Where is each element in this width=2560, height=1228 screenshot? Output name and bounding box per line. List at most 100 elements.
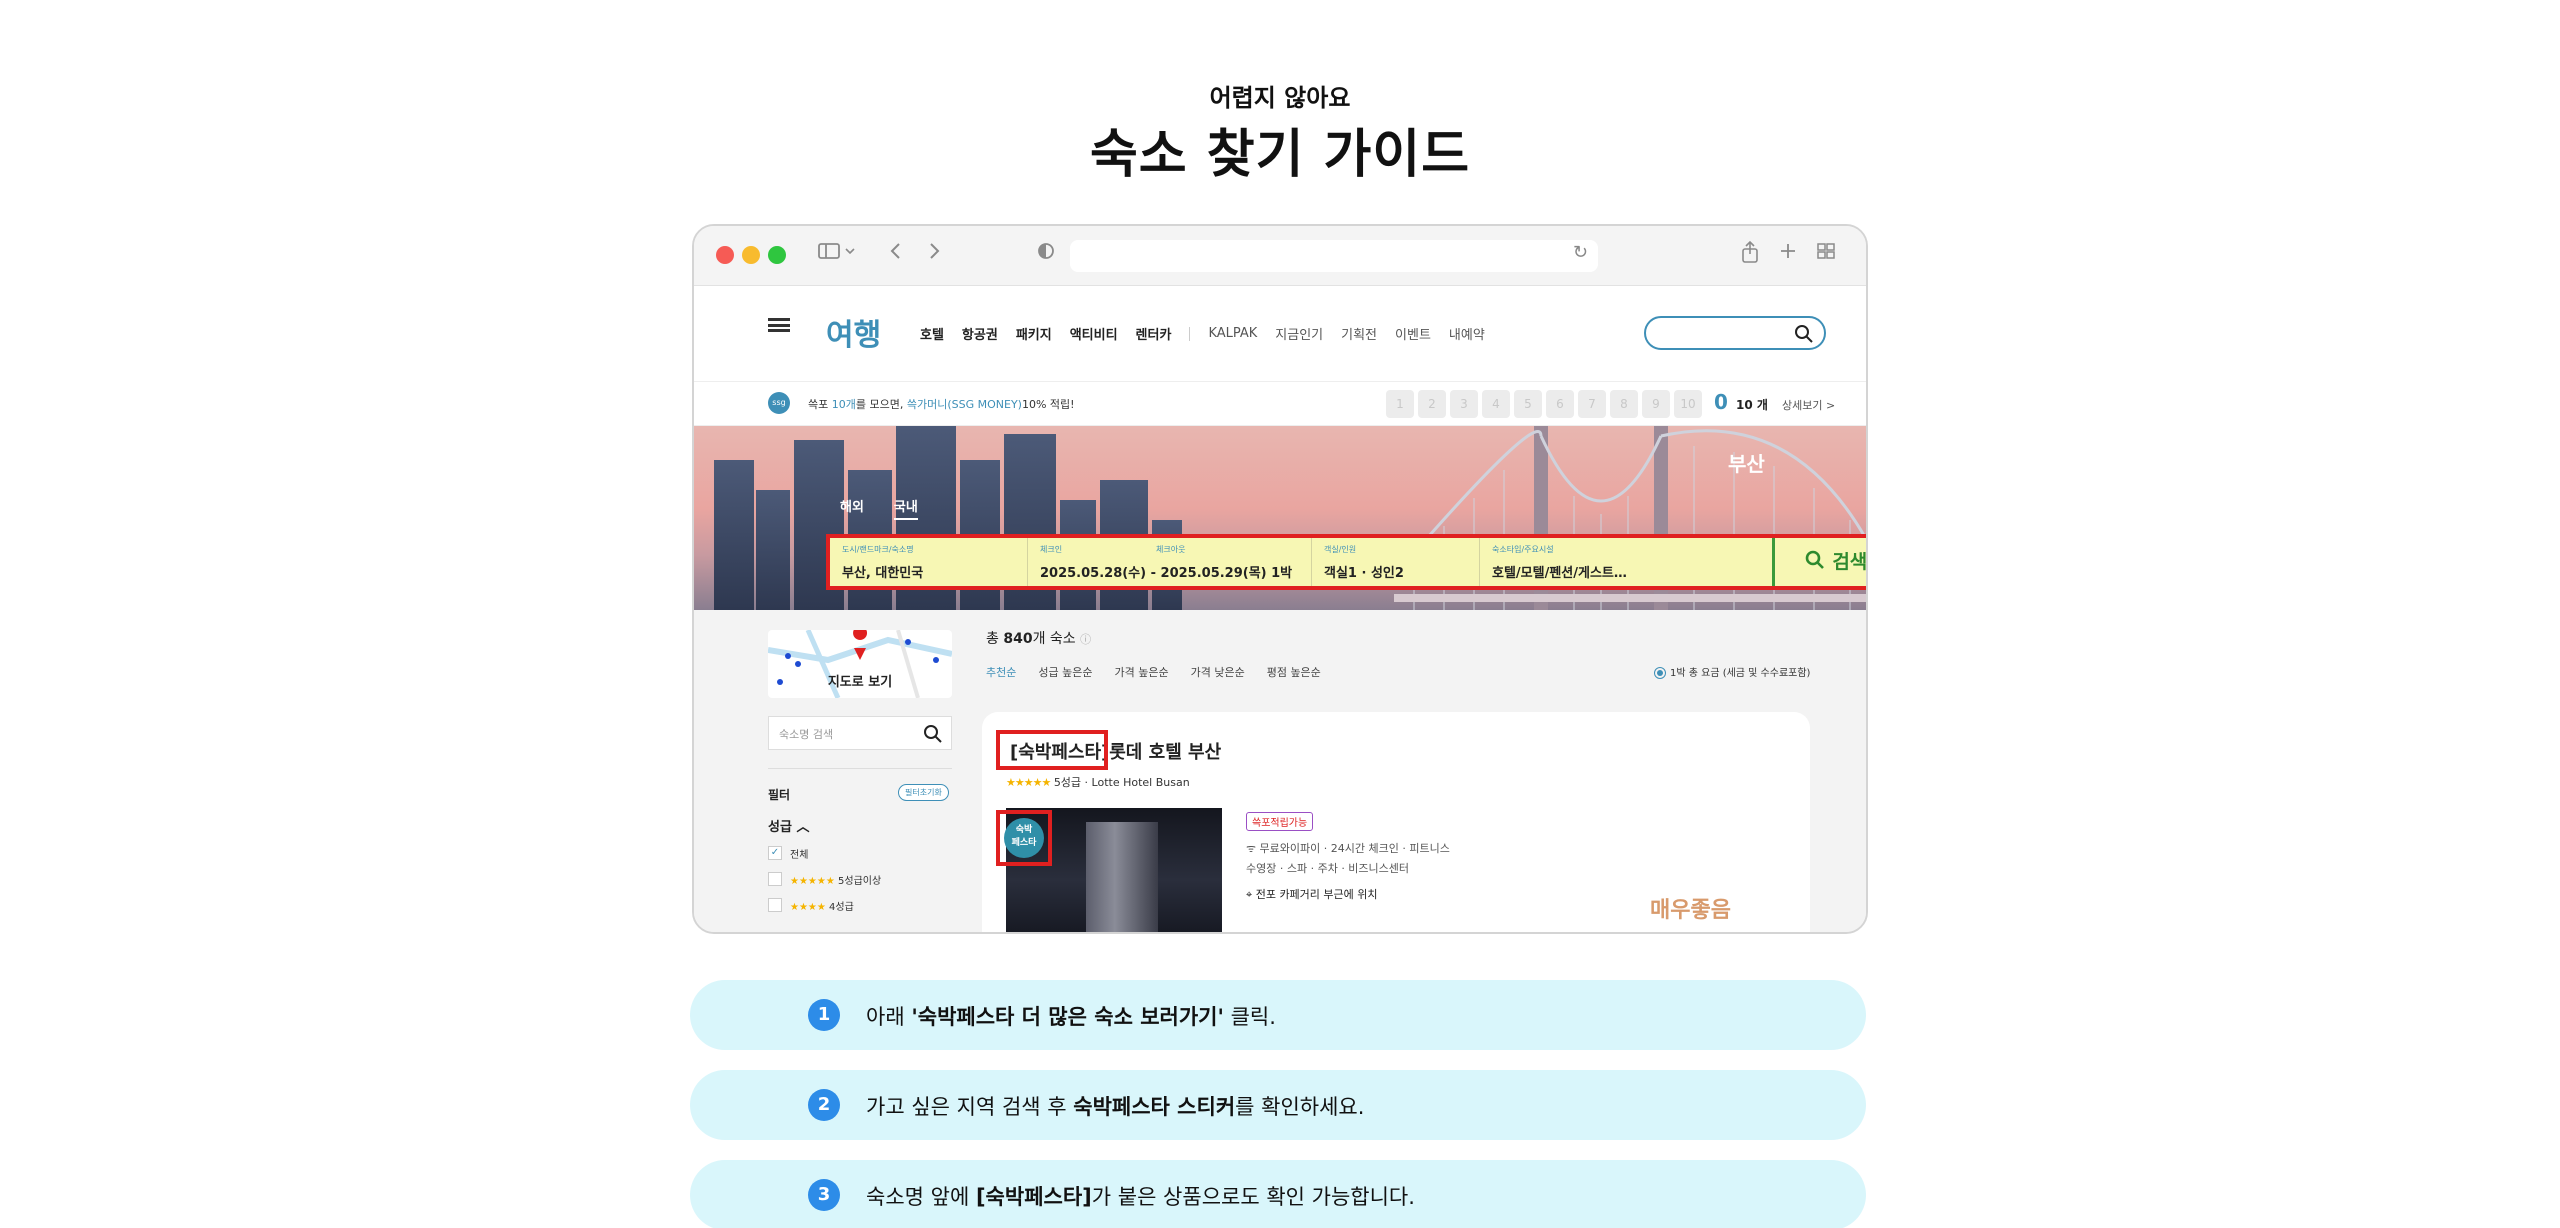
step-text: 가고 싶은 지역 검색 후 숙박페스타 스티커를 확인하세요. (866, 1095, 1365, 1119)
search-icon (1805, 550, 1824, 569)
step-number: 1 (808, 999, 840, 1031)
nav-kalpak[interactable]: KALPAK (1208, 326, 1257, 341)
nav-activity[interactable]: 액티비티 (1070, 324, 1118, 343)
site-nav: 호텔 항공권 패키지 액티비티 렌터카 KALPAK 지금인기 기획전 이벤트 … (920, 324, 1485, 343)
nav-divider (1189, 326, 1191, 341)
date-field[interactable]: 체크인 체크아웃 2025.05.28(수) - 2025.05.29(목) 1… (1028, 538, 1312, 586)
results-area: 지도로 보기 숙소명 검색 필터 필터초기화 성급 ︿ ✓ 전체 ★★★★★ 5… (694, 610, 1866, 932)
close-window-dot[interactable] (716, 246, 734, 264)
sort-recommended[interactable]: 추천순 (986, 664, 1016, 680)
destination-value: 부산, 대한민국 (842, 566, 924, 581)
hotel-grade: ★★★★★ 5성급 · Lotte Hotel Busan (1006, 776, 1190, 789)
step-2: 2 가고 싶은 지역 검색 후 숙박페스타 스티커를 확인하세요. (690, 1070, 1866, 1140)
menu-icon[interactable] (768, 318, 790, 332)
sort-grade-high[interactable]: 성급 높은순 (1038, 664, 1092, 680)
guests-field[interactable]: 객실/인원 객실1 · 성인2 (1312, 538, 1480, 586)
minimize-window-dot[interactable] (742, 246, 760, 264)
point-stamp: 6 (1546, 390, 1574, 418)
nav-special[interactable]: 기획전 (1341, 324, 1377, 343)
amenities-row-2: 수영장 · 스파 · 주차 · 비즈니스센터 (1246, 862, 1410, 875)
highlight-box (996, 730, 1108, 770)
review-score-text: 매우좋음 (1650, 898, 1731, 923)
type-field[interactable]: 숙소타입/주요시설 호텔/모텔/펜션/게스트… (1480, 538, 1656, 586)
guests-label: 객실/인원 (1324, 545, 1357, 554)
forward-icon[interactable] (926, 240, 942, 271)
share-icon[interactable] (1740, 240, 1760, 273)
plus-icon[interactable] (1778, 240, 1798, 271)
point-stamp: 9 (1642, 390, 1670, 418)
point-stamp: 5 (1514, 390, 1542, 418)
shield-icon[interactable] (1036, 240, 1056, 271)
point-tag: 쓱포적립가능 (1246, 812, 1314, 831)
map-view-button[interactable]: 지도로 보기 (768, 630, 952, 698)
type-value: 호텔/모텔/펜션/게스트… (1492, 566, 1627, 581)
step-number: 3 (808, 1179, 840, 1211)
filter-title: 필터 (768, 788, 791, 802)
sort-rating-high[interactable]: 평점 높은순 (1267, 664, 1321, 680)
hotel-location: ⌖ 전포 카페거리 부근에 위치 (1246, 888, 1378, 901)
points-unit: 10 개 (1736, 398, 1768, 412)
city-label: 부산 (1728, 452, 1765, 476)
grade-label-all: 전체 (790, 850, 809, 861)
grade-filter-toggle[interactable]: 성급 ︿ (768, 816, 809, 835)
guests-value: 객실1 · 성인2 (1324, 566, 1404, 581)
festa-sticker-highlight: 숙박 페스타 (996, 810, 1052, 866)
festa-sticker: 숙박 페스타 (1004, 818, 1044, 858)
results-total: 총 840개 숙소 ⓘ (986, 631, 1092, 647)
points-bar: ssg 쓱포 10개를 모으면, 쓱가머니(SSG MONEY)10% 적립! … (694, 382, 1866, 426)
site-header: 여행 호텔 항공권 패키지 액티비티 렌터카 KALPAK 지금인기 기획전 이… (694, 286, 1866, 382)
hotel-name-search-input[interactable]: 숙소명 검색 (768, 716, 952, 750)
map-view-label: 지도로 보기 (827, 675, 893, 690)
nav-hotel[interactable]: 호텔 (920, 324, 944, 343)
dates-value: 2025.05.28(수) - 2025.05.29(목) 1박 (1040, 566, 1293, 581)
grade-checkbox-5[interactable] (768, 872, 782, 886)
search-icon[interactable] (923, 721, 943, 750)
chevron-up-icon: ︿ (796, 820, 810, 835)
point-stamp: 2 (1418, 390, 1446, 418)
destination-field[interactable]: 도시/랜드마크/숙소명 부산, 대한민국 (830, 538, 1028, 586)
sidebar-icon[interactable] (818, 240, 858, 271)
search-icon[interactable] (1794, 320, 1814, 351)
nav-flight[interactable]: 항공권 (962, 324, 998, 343)
grade-label-4: ★★★★ 4성급 (790, 902, 854, 913)
point-stamp: 8 (1610, 390, 1638, 418)
site-search-input[interactable] (1644, 316, 1826, 350)
type-label: 숙소타입/주요시설 (1492, 545, 1554, 554)
checkin-label: 체크인 (1040, 545, 1063, 554)
sort-price-low[interactable]: 가격 낮은순 (1191, 664, 1245, 680)
destination-label: 도시/랜드마크/숙소명 (842, 545, 914, 554)
address-bar[interactable]: ↻ (1070, 240, 1598, 272)
step-3: 3 숙소명 앞에 [숙박페스타]가 붙은 상품으로도 확인 가능합니다. (690, 1160, 1866, 1228)
step-number: 2 (808, 1089, 840, 1121)
nav-package[interactable]: 패키지 (1016, 324, 1052, 343)
grade-checkbox-all[interactable]: ✓ (768, 846, 782, 860)
divider (768, 768, 952, 769)
point-stamps: 1 2 3 4 5 6 7 8 9 10 (1386, 390, 1702, 418)
points-detail-link[interactable]: 상세보기 > (1782, 397, 1835, 413)
hotel-tower (1086, 822, 1158, 932)
hotel-card[interactable]: [숙박페스타]롯데 호텔 부산 ★★★★★ 5성급 · Lotte Hotel … (982, 712, 1810, 932)
tab-overseas[interactable]: 해외 (840, 496, 864, 520)
nav-popular[interactable]: 지금인기 (1275, 324, 1323, 343)
help-icon: ⓘ (1080, 633, 1092, 646)
maximize-window-dot[interactable] (768, 246, 786, 264)
sort-price-high[interactable]: 가격 높은순 (1114, 664, 1168, 680)
site-logo[interactable]: 여행 (826, 310, 881, 354)
reload-icon[interactable]: ↻ (1573, 242, 1588, 263)
checkout-label: 체크아웃 (1156, 545, 1186, 554)
nav-event[interactable]: 이벤트 (1395, 324, 1431, 343)
tabs-icon[interactable] (1816, 240, 1836, 271)
nav-my-booking[interactable]: 내예약 (1449, 324, 1485, 343)
wifi-icon: ᯤ (1246, 842, 1257, 855)
tab-domestic[interactable]: 국내 (893, 496, 918, 520)
price-option-radio[interactable]: 1박 총 요금 (세금 및 수수료포함) (1654, 664, 1810, 679)
back-icon[interactable] (888, 240, 904, 271)
filter-reset-button[interactable]: 필터초기화 (898, 784, 949, 801)
search-button[interactable]: 검색 (1772, 538, 1866, 586)
ssg-point-logo: ssg (768, 392, 790, 414)
nav-rentcar[interactable]: 렌터카 (1136, 324, 1172, 343)
point-stamp: 10 (1674, 390, 1702, 418)
region-tabs: 해외 국내 (840, 496, 918, 520)
browser-toolbar: ↻ (694, 226, 1866, 286)
grade-checkbox-4[interactable] (768, 898, 782, 912)
